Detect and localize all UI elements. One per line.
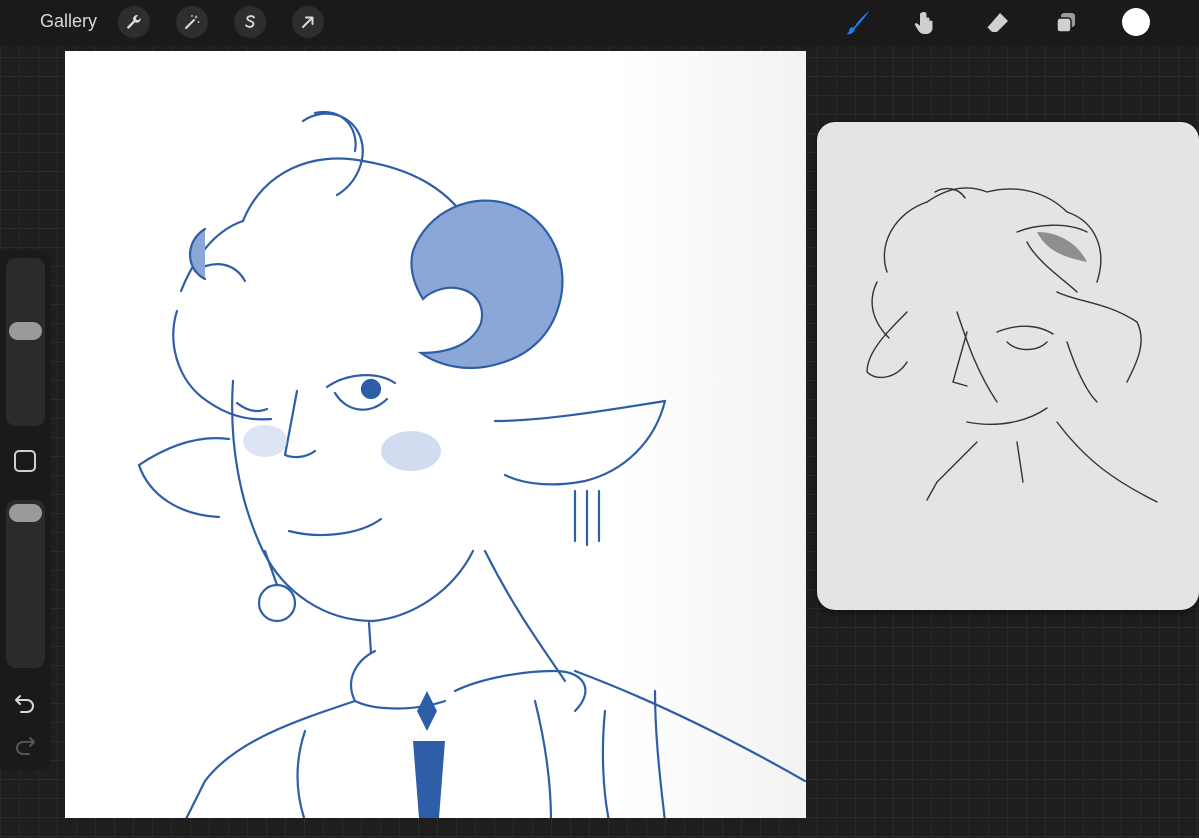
opacity-slider[interactable] — [6, 500, 45, 668]
layers-icon[interactable] — [1049, 6, 1083, 40]
wrench-icon[interactable] — [118, 6, 150, 38]
undo-icon[interactable] — [13, 692, 37, 719]
eraser-icon[interactable] — [980, 6, 1014, 40]
drawing-canvas[interactable] — [65, 51, 806, 818]
brush-icon[interactable] — [840, 6, 874, 40]
color-picker-button[interactable] — [1122, 8, 1150, 36]
left-sidebar — [0, 250, 51, 770]
selection-s-icon[interactable] — [234, 6, 266, 38]
transform-arrow-icon[interactable] — [292, 6, 324, 38]
reference-image-panel[interactable] — [817, 122, 1199, 610]
brush-size-slider[interactable] — [6, 258, 45, 426]
gallery-button[interactable]: Gallery — [40, 11, 97, 32]
smudge-icon[interactable] — [908, 6, 942, 40]
top-toolbar: Gallery — [0, 0, 1199, 46]
magic-wand-icon[interactable] — [176, 6, 208, 38]
pencil-sketch-reference — [866, 187, 1158, 503]
blue-character-drawing — [137, 110, 806, 818]
modify-square-icon[interactable] — [14, 450, 36, 472]
opacity-thumb[interactable] — [9, 504, 42, 522]
redo-icon[interactable] — [13, 734, 37, 761]
brush-size-thumb[interactable] — [9, 322, 42, 340]
